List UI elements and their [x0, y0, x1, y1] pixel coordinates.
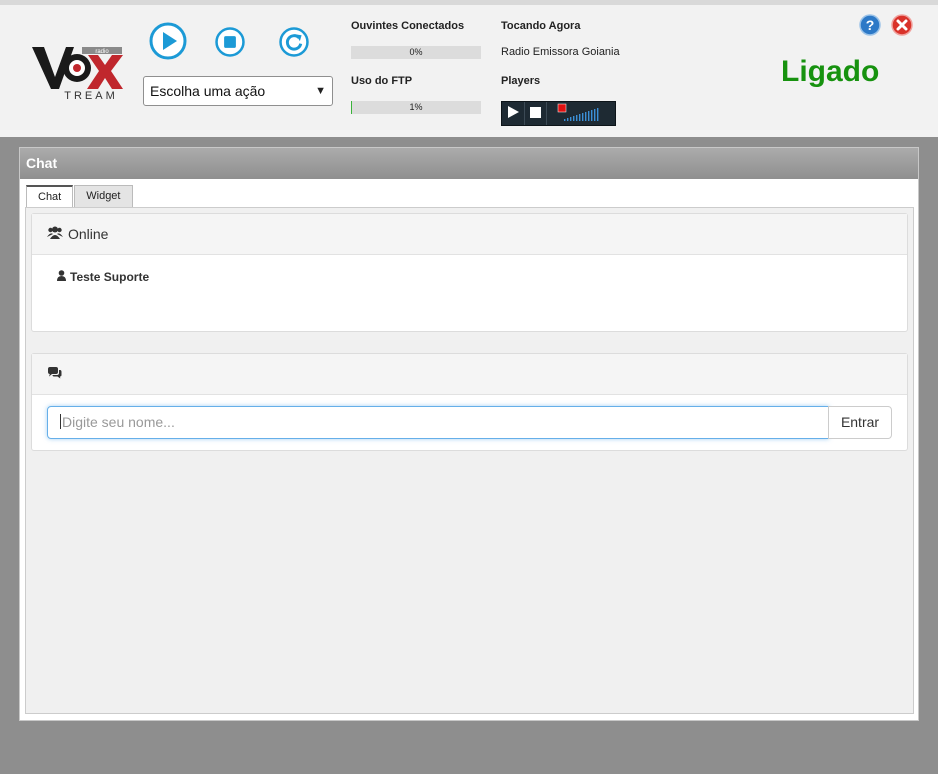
- listeners-percent: 0%: [409, 47, 423, 57]
- logo-tag: radio: [95, 49, 109, 55]
- users-icon: [47, 226, 68, 242]
- ftp-progress-fill: [351, 101, 353, 114]
- ftp-percent: 1%: [409, 102, 423, 112]
- online-header: Online: [32, 214, 907, 255]
- listeners-progress-bar: 0%: [351, 46, 481, 59]
- restart-control-button[interactable]: [278, 26, 310, 58]
- top-bar: radio TREAM Escolha uma ação ▼ Ouvintes …: [0, 0, 938, 137]
- user-icon: [57, 270, 70, 284]
- tab-widget[interactable]: Widget: [74, 185, 133, 207]
- player-stop-button[interactable]: [525, 102, 547, 125]
- panel-title: Chat: [20, 148, 918, 179]
- enter-button[interactable]: Entrar: [828, 406, 892, 439]
- tab-chat[interactable]: Chat: [26, 185, 74, 208]
- help-button[interactable]: ?: [859, 14, 881, 36]
- ftp-label: Uso do FTP: [351, 75, 413, 87]
- voxstream-logo: radio TREAM: [30, 43, 126, 102]
- volume-icon: [557, 103, 599, 121]
- audio-player: [501, 101, 616, 126]
- play-icon: [507, 105, 519, 123]
- chat-box: Digite seu nome... Entrar: [31, 353, 908, 451]
- online-title: Online: [68, 226, 109, 242]
- action-select[interactable]: Escolha uma ação ▼: [143, 76, 333, 106]
- comments-icon: [47, 366, 67, 382]
- name-input[interactable]: Digite seu nome...: [47, 406, 829, 439]
- close-button[interactable]: [891, 14, 913, 36]
- listeners-label: Ouvintes Conectados: [351, 20, 465, 32]
- online-box: Online Teste Suporte: [31, 213, 908, 332]
- logo-subtitle: TREAM: [64, 90, 118, 101]
- play-icon: [149, 22, 187, 60]
- ftp-progress-bar: 1%: [351, 101, 481, 114]
- svg-text:?: ?: [866, 17, 875, 33]
- text-caret: [60, 414, 61, 430]
- chat-panel: Chat Chat Widget Online Teste Suporte Di…: [19, 147, 919, 721]
- now-playing-value: Radio Emissora Goiania: [501, 46, 620, 58]
- stop-icon: [214, 26, 246, 58]
- chat-header: [32, 354, 907, 395]
- online-user: Teste Suporte: [57, 270, 149, 284]
- stop-icon: [529, 105, 541, 123]
- player-play-button[interactable]: [502, 102, 525, 125]
- stream-status: Ligado: [781, 55, 880, 88]
- action-select-value: Escolha uma ação: [150, 83, 266, 99]
- play-control-button[interactable]: [149, 22, 187, 60]
- stop-control-button[interactable]: [214, 26, 246, 58]
- name-input-placeholder: Digite seu nome...: [62, 414, 175, 430]
- player-volume-slider[interactable]: [547, 102, 615, 125]
- players-label: Players: [501, 75, 541, 87]
- online-user-name: Teste Suporte: [70, 270, 150, 284]
- chevron-down-icon: ▼: [315, 85, 326, 97]
- panel-tabs: Chat Widget: [26, 185, 134, 208]
- now-playing-label: Tocando Agora: [501, 20, 581, 32]
- refresh-icon: [278, 26, 310, 58]
- help-icon: ?: [859, 14, 881, 36]
- tab-content: Online Teste Suporte Digite seu nome... …: [25, 207, 914, 714]
- close-icon: [891, 14, 913, 36]
